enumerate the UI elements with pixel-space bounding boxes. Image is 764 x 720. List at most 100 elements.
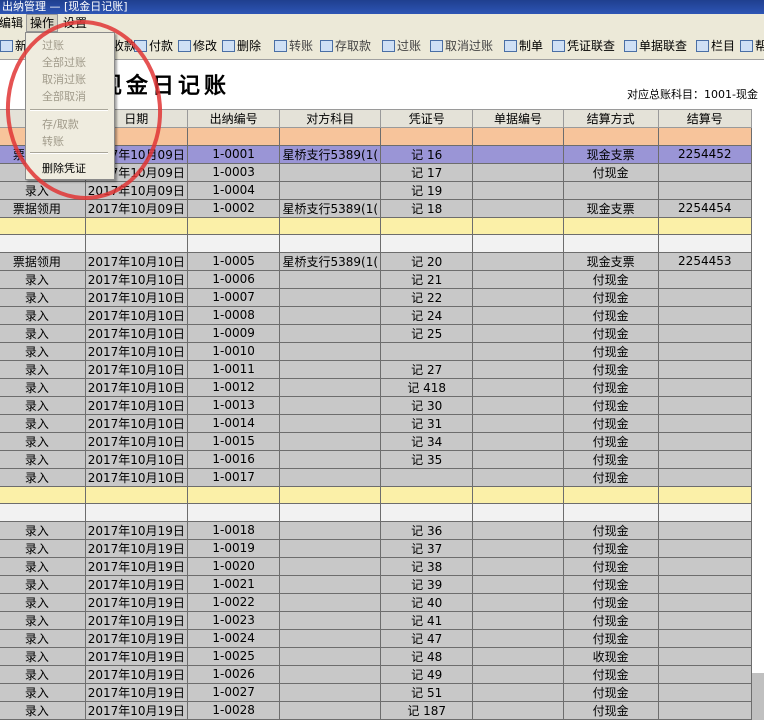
cell-type[interactable]: [0, 234, 86, 253]
cell-settlement-method[interactable]: 付现金: [562, 592, 659, 612]
table-row[interactable]: 录入 2017年10月09日 1-0004 记 19: [0, 180, 753, 200]
cell-voucher-no[interactable]: 记 36: [380, 520, 474, 540]
table-row[interactable]: [0, 485, 753, 504]
cell-type[interactable]: 录入: [0, 269, 86, 289]
cell-document-no[interactable]: [472, 538, 564, 558]
cell-cashier-no[interactable]: [186, 234, 281, 253]
cell-date[interactable]: 2017年10月10日: [84, 377, 188, 397]
toolbar-document-query-button[interactable]: 单据联查: [624, 38, 687, 54]
table-row[interactable]: 录入 2017年10月19日 1-0025 记 48 收现金: [0, 646, 753, 666]
cell-document-no[interactable]: [472, 682, 564, 702]
toolbar-transfer-button[interactable]: 转账: [274, 38, 313, 54]
cell-counter-account[interactable]: [279, 610, 382, 630]
cell-voucher-no[interactable]: 记 34: [380, 431, 474, 451]
table-row[interactable]: 录入 2017年10月10日 1-0006 记 21 付现金: [0, 269, 753, 289]
table-row[interactable]: 录入 2017年10月19日 1-0020 记 38 付现金: [0, 556, 753, 576]
cell-counter-account[interactable]: [279, 323, 382, 343]
table-row[interactable]: 录入 2017年10月19日 1-0018 记 36 付现金: [0, 520, 753, 540]
cell-counter-account[interactable]: [279, 467, 382, 487]
cell-counter-account[interactable]: [279, 538, 382, 558]
cell-type[interactable]: 录入: [0, 305, 86, 325]
cell-settlement-method[interactable]: [562, 485, 659, 504]
cell-settlement-method[interactable]: 付现金: [562, 341, 659, 361]
cell-date[interactable]: 2017年10月19日: [84, 556, 188, 576]
cell-settlement-method[interactable]: 付现金: [562, 413, 659, 433]
cell-voucher-no[interactable]: 记 18: [380, 198, 474, 218]
table-row[interactable]: 录入 2017年10月10日 1-0011 记 27 付现金: [0, 359, 753, 379]
cell-cashier-no[interactable]: 1-0002: [186, 198, 281, 218]
cell-settlement-method[interactable]: [562, 127, 659, 146]
cell-settlement-no[interactable]: [657, 664, 753, 684]
cell-cashier-no[interactable]: 1-0020: [186, 556, 281, 576]
cell-counter-account[interactable]: [279, 234, 382, 253]
cell-date[interactable]: 2017年10月10日: [84, 287, 188, 307]
cell-type[interactable]: [0, 485, 86, 504]
cell-counter-account[interactable]: [279, 628, 382, 648]
cell-cashier-no[interactable]: 1-0019: [186, 538, 281, 558]
cell-settlement-no[interactable]: [657, 682, 753, 702]
cell-voucher-no[interactable]: 记 17: [380, 162, 474, 182]
cell-type[interactable]: 票据领用: [0, 251, 86, 271]
cell-settlement-no[interactable]: [657, 269, 753, 289]
cell-cashier-no[interactable]: 1-0015: [186, 431, 281, 451]
cell-settlement-method[interactable]: 付现金: [562, 664, 659, 684]
cell-document-no[interactable]: [472, 520, 564, 540]
cell-document-no[interactable]: [472, 305, 564, 325]
table-row[interactable]: 录入 2017年10月19日 1-0019 记 37 付现金: [0, 538, 753, 558]
cell-voucher-no[interactable]: 记 418: [380, 377, 474, 397]
cell-type[interactable]: 票据领用: [0, 198, 86, 218]
cell-date[interactable]: 2017年10月19日: [84, 664, 188, 684]
cell-voucher-no[interactable]: 记 22: [380, 287, 474, 307]
cell-document-no[interactable]: [472, 485, 564, 504]
cell-document-no[interactable]: [472, 180, 564, 200]
cell-settlement-no[interactable]: [657, 341, 753, 361]
cell-settlement-method[interactable]: 付现金: [562, 700, 659, 720]
cell-settlement-method[interactable]: [562, 216, 659, 235]
cell-voucher-no[interactable]: 记 41: [380, 610, 474, 630]
cell-settlement-no[interactable]: [657, 700, 753, 720]
cell-settlement-no[interactable]: [657, 467, 753, 487]
column-header-counter-account[interactable]: 对方科目: [279, 109, 382, 128]
cell-cashier-no[interactable]: 1-0028: [186, 700, 281, 720]
cell-counter-account[interactable]: [279, 287, 382, 307]
cell-document-no[interactable]: [472, 610, 564, 630]
cell-voucher-no[interactable]: [380, 485, 474, 504]
table-row[interactable]: 票据领用 2017年10月10日 1-0005 星桥支行5389(1(记 20 现金支票…: [0, 251, 753, 271]
cell-counter-account[interactable]: 星桥支行5389(1(: [279, 251, 382, 271]
cell-settlement-method[interactable]: 付现金: [562, 377, 659, 397]
cell-settlement-method[interactable]: 付现金: [562, 395, 659, 415]
cell-counter-account[interactable]: 星桥支行5389(1(: [279, 198, 382, 218]
cell-document-no[interactable]: [472, 269, 564, 289]
cell-cashier-no[interactable]: 1-0005: [186, 251, 281, 271]
column-header-voucher-no[interactable]: 凭证号: [380, 109, 474, 128]
cell-document-no[interactable]: [472, 341, 564, 361]
cell-date[interactable]: 2017年10月10日: [84, 269, 188, 289]
cell-voucher-no[interactable]: 记 16: [380, 144, 474, 164]
cell-counter-account[interactable]: [279, 700, 382, 720]
cell-document-no[interactable]: [472, 449, 564, 469]
cell-document-no[interactable]: [472, 467, 564, 487]
menu-item-post[interactable]: 过账: [42, 37, 64, 53]
cell-cashier-no[interactable]: 1-0006: [186, 269, 281, 289]
cell-cashier-no[interactable]: 1-0017: [186, 467, 281, 487]
cell-voucher-no[interactable]: 记 21: [380, 269, 474, 289]
cell-cashier-no[interactable]: 1-0011: [186, 359, 281, 379]
cell-counter-account[interactable]: [279, 305, 382, 325]
cell-cashier-no[interactable]: 1-0003: [186, 162, 281, 182]
cell-voucher-no[interactable]: 记 187: [380, 700, 474, 720]
cell-settlement-method[interactable]: [562, 503, 659, 522]
cell-settlement-method[interactable]: 付现金: [562, 574, 659, 594]
cell-settlement-no[interactable]: [657, 628, 753, 648]
cell-settlement-no[interactable]: [657, 395, 753, 415]
cell-voucher-no[interactable]: [380, 234, 474, 253]
cell-settlement-method[interactable]: 现金支票: [562, 144, 659, 164]
cell-type[interactable]: 录入: [0, 431, 86, 451]
cell-cashier-no[interactable]: [186, 216, 281, 235]
cell-settlement-method[interactable]: 付现金: [562, 269, 659, 289]
menu-edit[interactable]: 编辑: [0, 14, 26, 32]
cell-document-no[interactable]: [472, 592, 564, 612]
cell-date[interactable]: 2017年10月10日: [84, 395, 188, 415]
cell-date[interactable]: 2017年10月10日: [84, 305, 188, 325]
cell-counter-account[interactable]: [279, 216, 382, 235]
cell-settlement-method[interactable]: 付现金: [562, 287, 659, 307]
